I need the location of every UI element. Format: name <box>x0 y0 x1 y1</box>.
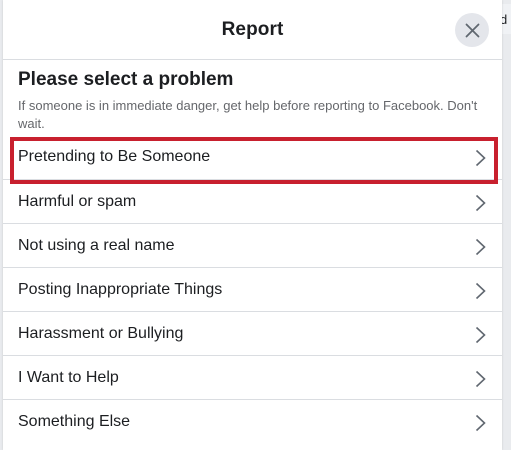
option-label: I Want to Help <box>18 368 119 386</box>
option-label: Not using a real name <box>18 236 175 254</box>
option-label: Pretending to Be Someone <box>18 148 211 165</box>
option-harmful-or-spam[interactable]: Harmful or spam <box>3 179 502 223</box>
chevron-right-icon <box>475 149 486 167</box>
chevron-right-icon <box>475 282 486 300</box>
section-title: Please select a problem <box>18 69 234 90</box>
dialog-header: Report <box>3 0 502 60</box>
option-i-want-to-help[interactable]: I Want to Help <box>3 355 502 399</box>
option-something-else[interactable]: Something Else <box>3 399 502 443</box>
option-label: Posting Inappropriate Things <box>18 280 223 298</box>
option-label: Harassment or Bullying <box>18 324 184 342</box>
option-pretending-to-be-someone[interactable]: Pretending to Be Someone <box>3 135 502 179</box>
chevron-right-icon <box>475 194 486 212</box>
chevron-right-icon <box>475 370 486 388</box>
section-head: Please select a problem If someone is in… <box>3 60 502 133</box>
close-icon <box>465 23 479 37</box>
report-dialog: Report Please select a problem If someon… <box>3 0 502 450</box>
option-harassment-or-bullying[interactable]: Harassment or Bullying <box>3 311 502 355</box>
dialog-title: Report <box>221 18 284 40</box>
option-label: Harmful or spam <box>18 192 137 210</box>
chevron-right-icon <box>475 414 486 432</box>
chevron-right-icon <box>475 238 486 256</box>
problem-options-list: Pretending to Be Someone Harmful or spam… <box>3 135 502 443</box>
option-label: Something Else <box>18 412 131 430</box>
section-subtitle: If someone is in immediate danger, get h… <box>18 98 478 131</box>
chevron-right-icon <box>475 326 486 344</box>
option-not-using-real-name[interactable]: Not using a real name <box>3 223 502 267</box>
option-posting-inappropriate-things[interactable]: Posting Inappropriate Things <box>3 267 502 311</box>
close-button[interactable] <box>455 13 489 47</box>
